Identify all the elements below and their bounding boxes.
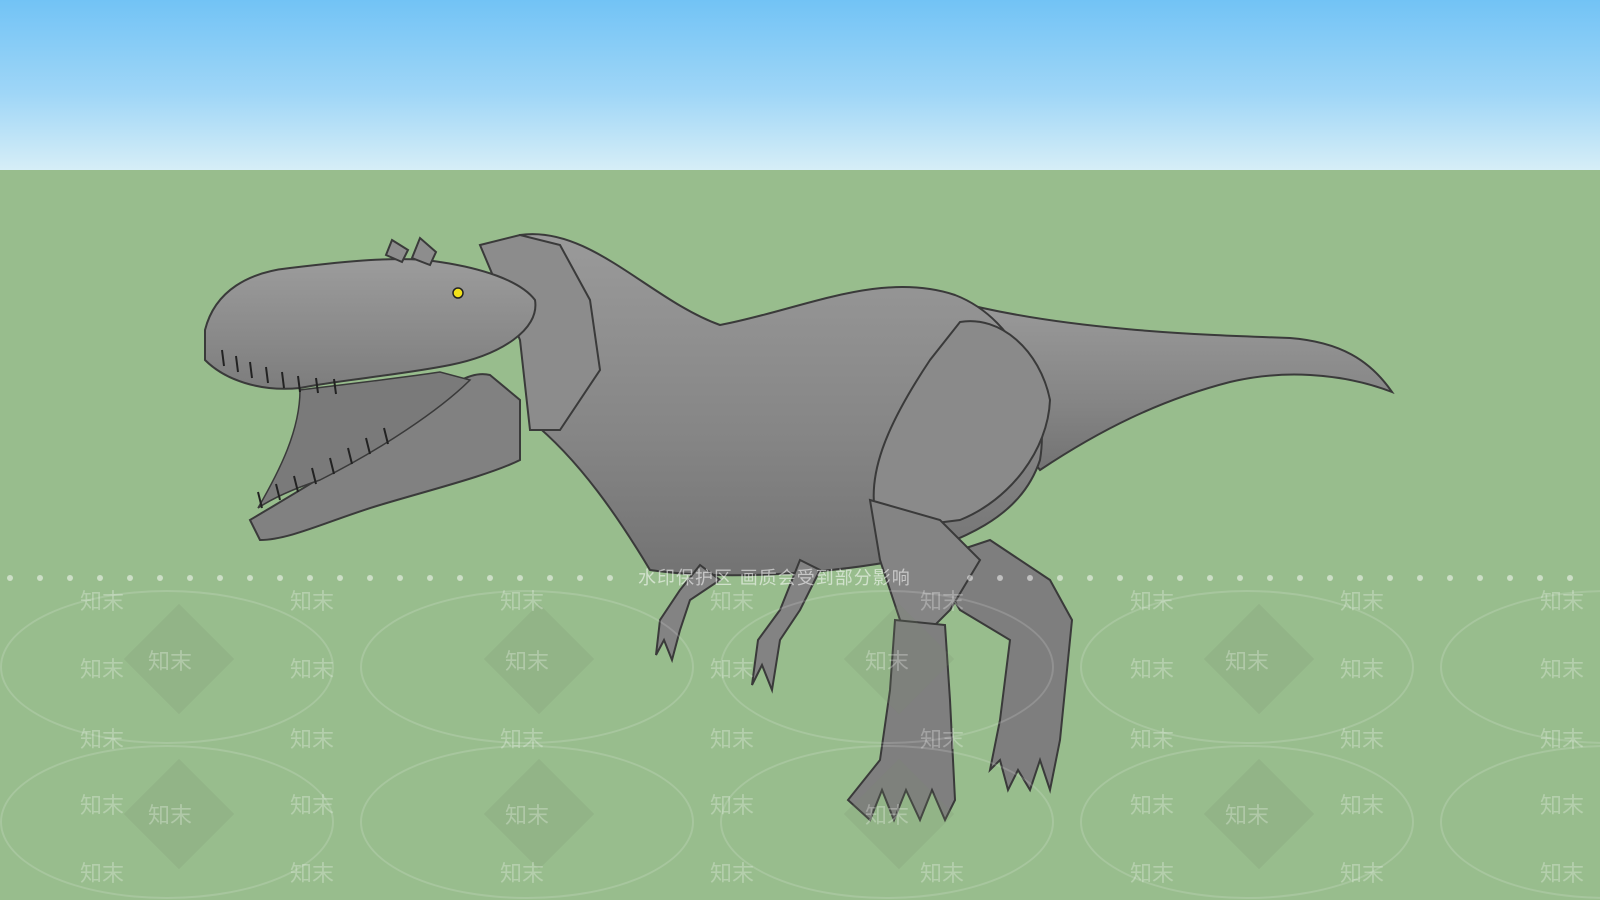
dinosaur-3d-model[interactable] (0, 0, 1600, 900)
front-arm (655, 563, 722, 664)
head-upper-jaw (204, 258, 537, 390)
sketchup-viewport[interactable]: 水印保护区 画质会受到部分影响 知末 知末 知末 知末 知末 知末 知末 知末 … (0, 0, 1600, 900)
front-arm-2 (751, 558, 822, 694)
eye (452, 287, 464, 299)
near-hind-foot (846, 618, 957, 823)
